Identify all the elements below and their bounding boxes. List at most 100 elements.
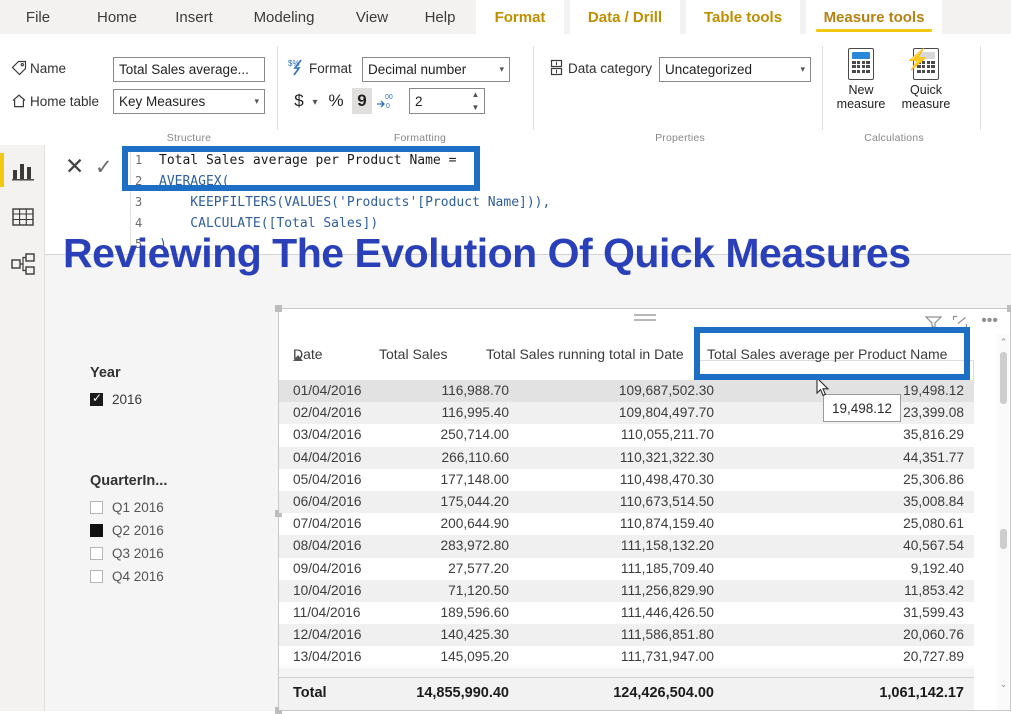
ribbon-tab-strip: File Home Insert Modeling View Help Format Data…	[0, 0, 1011, 34]
bar-chart-icon	[12, 164, 34, 181]
ribbon-tab-help[interactable]: Help	[412, 0, 468, 34]
ribbon-tab-modeling[interactable]: Modeling	[238, 0, 330, 34]
slicer-item-q3-2016[interactable]: Q3 2016	[90, 542, 240, 565]
scrollbar-thumb-secondary[interactable]	[1000, 529, 1007, 549]
cell-average: 25,080.61	[903, 516, 964, 532]
cell-running-total: 109,804,497.70	[618, 405, 714, 421]
ribbon-tab-table-tools[interactable]: Table tools	[686, 0, 800, 34]
data-category-icon	[550, 59, 563, 76]
ribbon-tab-home[interactable]: Home	[86, 0, 148, 34]
new-measure-button[interactable]: New measure	[830, 48, 892, 111]
format-icon: $%	[288, 59, 302, 76]
ribbon-tab-data-drill[interactable]: Data / Drill	[570, 0, 680, 34]
ribbon-tab-insert[interactable]: Insert	[162, 0, 226, 34]
cell-running-total: 111,185,709.40	[620, 560, 714, 576]
decimal-places-input[interactable]: 2 ▲ ▼	[409, 88, 485, 114]
table-row[interactable]: 10/04/2016 71,120.50 111,256,829.90 11,853.…	[279, 579, 974, 602]
scrollbar-thumb[interactable]	[1000, 352, 1007, 404]
cancel-formula-icon[interactable]: ✕	[65, 155, 84, 178]
slicer-year[interactable]: Year 2016	[90, 365, 240, 411]
cell-total-sales: 140,425.30	[440, 627, 509, 643]
slicer-quarter[interactable]: QuarterIn... Q1 2016 Q2 2016 Q3 2016 Q4 201…	[90, 473, 240, 588]
svg-text:0: 0	[386, 103, 390, 110]
cell-average: 31,599.43	[903, 605, 964, 620]
quick-measure-label-line2: measure	[901, 97, 951, 111]
currency-format-button[interactable]: $	[291, 90, 307, 112]
decrease-decimals-button[interactable]: 00 0	[375, 89, 401, 113]
ribbon-tab-format[interactable]: Format	[476, 0, 564, 34]
table-vertical-scrollbar[interactable]: ⌃ ⌄	[997, 334, 1010, 710]
checkbox-filled-icon[interactable]	[90, 524, 103, 537]
scroll-up-icon[interactable]: ⌃	[997, 336, 1010, 348]
decimal-places-stepper[interactable]: ▲ ▼	[471, 91, 480, 112]
percent-glyph: %	[328, 91, 344, 110]
measure-name-input[interactable]: Total Sales average...	[113, 57, 265, 82]
cell-total-sales: 116,988.70	[441, 383, 510, 398]
format-type-value: Decimal number	[368, 62, 467, 77]
sort-ascending-icon[interactable]	[293, 355, 303, 361]
filter-icon[interactable]	[924, 315, 943, 334]
resize-handle-tr[interactable]	[1007, 305, 1011, 312]
visual-drag-handle[interactable]	[633, 314, 656, 323]
column-header-running-total[interactable]: Total Sales running total in Date	[486, 346, 684, 362]
column-header-avg-per-product[interactable]: Total Sales average per Product Name	[707, 346, 947, 362]
focus-mode-icon[interactable]	[952, 315, 968, 334]
more-options-icon[interactable]: •••	[981, 313, 998, 329]
cell-total-sales: 71,120.50	[448, 582, 509, 598]
formula-line-number: 3	[135, 195, 143, 209]
formula-line-number: 1	[135, 153, 143, 167]
percent-format-button[interactable]: %	[327, 90, 345, 112]
checkbox-unchecked-icon[interactable]	[90, 501, 103, 514]
slicer-item-2016[interactable]: 2016	[90, 388, 240, 411]
table-row[interactable]: 06/04/2016 175,044.20 110,673,514.50 35,008…	[279, 491, 974, 514]
cell-total-sales: 266,110.60	[441, 449, 510, 465]
slicer-item-q2-2016[interactable]: Q2 2016	[90, 519, 240, 542]
table-row[interactable]: 04/04/2016 266,110.60 110,321,322.30 44,351…	[279, 446, 974, 469]
cell-total-sales: 283,972.80	[440, 538, 509, 554]
home-table-select[interactable]: Key Measures ▾	[113, 89, 265, 114]
currency-dropdown-caret[interactable]: ▾	[309, 92, 321, 112]
table-row[interactable]: 03/04/2016 250,714.00 110,055,211.70 35,816…	[279, 424, 974, 446]
table-row[interactable]: 09/04/2016 27,577.20 111,185,709.40 9,192.4…	[279, 558, 974, 580]
ribbon-tab-measure-tools[interactable]: Measure tools	[806, 0, 942, 34]
sidebar-item-data-view[interactable]	[9, 203, 37, 231]
sidebar-item-model-view[interactable]	[9, 250, 37, 278]
ribbon-tab-view[interactable]: View	[344, 0, 400, 34]
formula-line-3[interactable]: 3 KEEPFILTERS(VALUES('Products'[Product …	[135, 195, 1005, 216]
table-visual[interactable]: ••• Date Total Sales Total Sales running…	[275, 305, 1011, 714]
ribbon-tab-file[interactable]: File	[12, 0, 64, 34]
cell-date: 07/04/2016	[293, 516, 362, 532]
column-header-total-sales[interactable]: Total Sales	[379, 346, 447, 362]
checkbox-checked-icon[interactable]	[90, 391, 103, 406]
structure-group-label: Structure	[166, 132, 212, 144]
table-row[interactable]: 07/04/2016 200,644.90 110,874,159.40 25,080…	[279, 513, 974, 535]
table-row[interactable]: 08/04/2016 283,972.80 111,158,132.20 40,567…	[279, 535, 974, 558]
cell-running-total: 111,158,132.20	[620, 538, 714, 554]
sidebar-item-report-view[interactable]	[9, 156, 37, 184]
checkbox-unchecked-icon[interactable]	[90, 570, 103, 583]
table-row[interactable]: 12/04/2016 140,425.30 111,586,851.80 20,060…	[279, 624, 974, 647]
scroll-down-icon[interactable]: ⌄	[997, 678, 1010, 690]
table-row[interactable]: 11/04/2016 189,596.60 111,446,426.50 31,599…	[279, 602, 974, 624]
slicer-item-q1-2016[interactable]: Q1 2016	[90, 496, 240, 519]
formula-line-2[interactable]: 2 AVERAGEX(	[135, 174, 1005, 195]
thousands-separator-button[interactable]: 9	[352, 88, 372, 114]
cell-date: 11/04/2016	[293, 605, 361, 620]
commit-formula-icon[interactable]: ✓	[95, 157, 113, 179]
formula-line-1[interactable]: 1 Total Sales average per Product Name =	[135, 153, 1005, 174]
new-measure-label-line1: New	[848, 83, 874, 97]
quick-measure-button[interactable]: ⚡ Quick measure	[895, 48, 957, 111]
cell-total-sales: 116,995.40	[441, 405, 510, 421]
table-header-row: Date Total Sales Total Sales running tot…	[279, 334, 1010, 406]
rows-fade-overlay	[279, 663, 974, 677]
format-type-select[interactable]: Decimal number ▾	[362, 57, 510, 82]
cell-average: 25,306.86	[903, 471, 964, 487]
slicer-item-q4-2016[interactable]: Q4 2016	[90, 565, 240, 588]
table-row[interactable]: 05/04/2016 177,148.00 110,498,470.30 25,306…	[279, 469, 974, 491]
data-category-select[interactable]: Uncategorized ▾	[659, 57, 811, 82]
checkbox-unchecked-icon[interactable]	[90, 547, 103, 560]
currency-glyph: $	[294, 91, 304, 110]
resize-handle-tl[interactable]	[275, 305, 282, 312]
data-category-label: Data category	[568, 61, 653, 76]
name-label: Name	[30, 61, 67, 76]
